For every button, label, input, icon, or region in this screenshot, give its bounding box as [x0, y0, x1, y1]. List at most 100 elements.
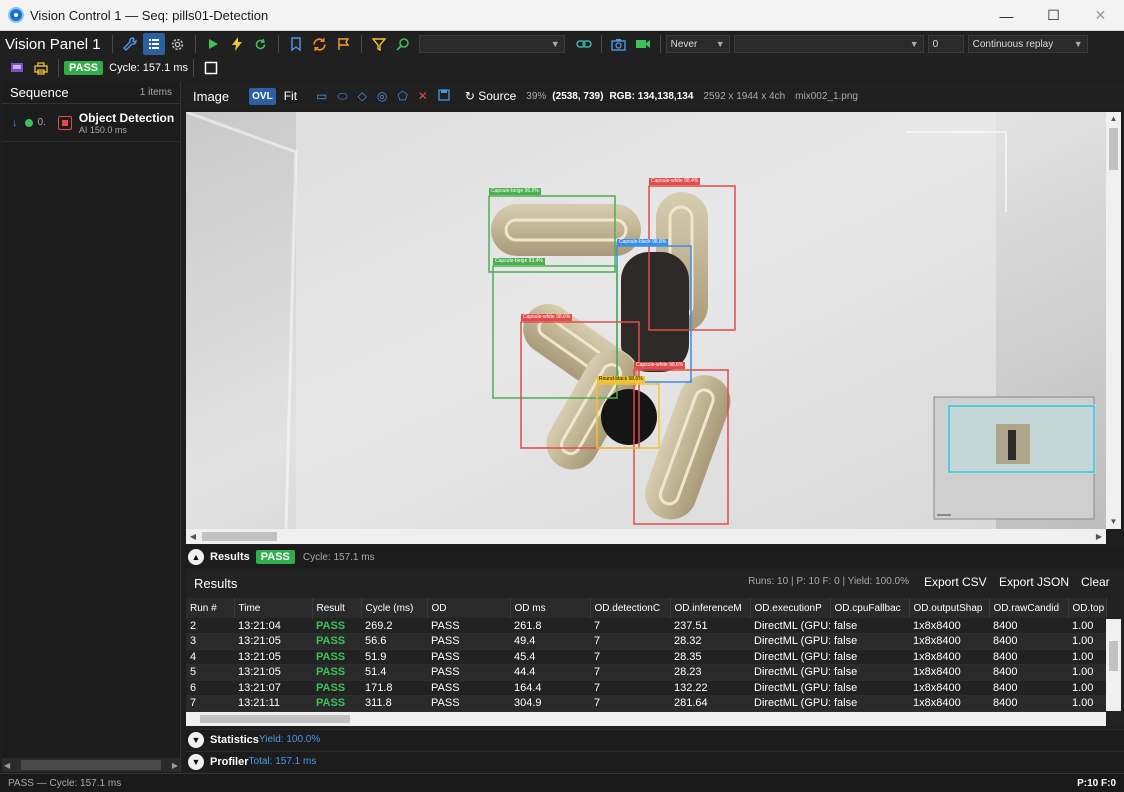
- panel-title: Vision Panel 1: [5, 35, 101, 53]
- fit-button[interactable]: Fit: [284, 89, 297, 103]
- lightning-icon[interactable]: [226, 33, 248, 55]
- scroll-left-icon[interactable]: ◀: [4, 761, 10, 770]
- source-select[interactable]: ▼: [733, 35, 924, 53]
- image-vertical-scrollbar[interactable]: ▲ ▼: [1106, 112, 1121, 529]
- counter-input[interactable]: 0: [927, 35, 964, 53]
- column-header[interactable]: OD.outputShap: [909, 598, 990, 618]
- profiler-section-header[interactable]: ▼ Profiler Total: 157.1 ms: [186, 751, 1124, 771]
- diamond-tool-icon[interactable]: ◇: [358, 89, 367, 103]
- scroll-left-icon[interactable]: ◀: [186, 529, 200, 544]
- clear-button[interactable]: Clear: [1081, 575, 1110, 589]
- column-header[interactable]: Cycle (ms): [361, 598, 428, 618]
- play-icon[interactable]: [202, 33, 224, 55]
- tool-combo[interactable]: ▼: [418, 35, 565, 53]
- column-header[interactable]: OD.top: [1068, 598, 1107, 618]
- status-text: PASS — Cycle: 157.1 ms: [8, 777, 122, 789]
- results-vertical-scrollbar[interactable]: [1106, 619, 1121, 711]
- table-cell: 304.9: [510, 695, 590, 712]
- table-row[interactable]: 7 13:21:11 PASS 311.8 PASS 304.9 7 281.64 Direct…: [186, 695, 1106, 712]
- table-cell: PASS: [427, 618, 510, 634]
- column-header[interactable]: OD.rawCandid: [989, 598, 1069, 618]
- scroll-thumb[interactable]: [1109, 128, 1118, 170]
- chevron-down-icon[interactable]: ▼: [188, 753, 204, 770]
- table-cell: 1x8x8400: [909, 695, 989, 712]
- save-icon[interactable]: [438, 88, 450, 104]
- column-header[interactable]: Run #: [186, 598, 235, 618]
- minimize-button[interactable]: —: [983, 0, 1030, 31]
- delete-shape-icon[interactable]: ✕: [418, 89, 428, 103]
- camera-icon[interactable]: [608, 33, 630, 55]
- wrench-icon[interactable]: [119, 33, 141, 55]
- table-cell: 8400: [989, 680, 1068, 696]
- table-row[interactable]: 4 13:21:05 PASS 51.9 PASS 45.4 7 28.35 DirectML …: [186, 649, 1106, 665]
- table-cell: PASS: [427, 633, 510, 650]
- loop-icon[interactable]: [309, 33, 331, 55]
- table-row[interactable]: 2 13:21:04 PASS 269.2 PASS 261.8 7 237.51 Direct…: [186, 618, 1106, 634]
- filter-icon[interactable]: [368, 33, 390, 55]
- column-header[interactable]: OD.detectionC: [590, 598, 671, 618]
- column-header[interactable]: OD.executionP: [750, 598, 831, 618]
- table-row[interactable]: 5 13:21:05 PASS 51.4 PASS 44.4 7 28.23 DirectML …: [186, 664, 1106, 681]
- replay-mode-select[interactable]: Continuous replay ▼: [967, 35, 1088, 53]
- refresh-icon[interactable]: [250, 33, 272, 55]
- sequence-scrollbar[interactable]: ◀ ▶: [2, 758, 180, 772]
- table-row[interactable]: 3 13:21:05 PASS 56.6 PASS 49.4 7 28.32 DirectML …: [186, 633, 1106, 650]
- column-header[interactable]: OD.inferenceM: [670, 598, 751, 618]
- flag-icon[interactable]: [333, 33, 355, 55]
- overlay-toggle-button[interactable]: OVL: [249, 87, 276, 105]
- results-section-header[interactable]: ▲ Results PASS Cycle: 157.1 ms: [186, 546, 1124, 568]
- image-horizontal-scrollbar[interactable]: ◀ ▶: [186, 529, 1106, 544]
- table-cell: 51.9: [361, 649, 427, 665]
- bookmark-icon[interactable]: [285, 33, 307, 55]
- scroll-up-icon[interactable]: ▲: [1106, 112, 1121, 126]
- close-button[interactable]: ✕: [1077, 0, 1124, 31]
- printer-icon[interactable]: [30, 57, 52, 79]
- table-cell: 13:21:05: [234, 633, 312, 650]
- scroll-right-icon[interactable]: ▶: [172, 761, 178, 770]
- sequence-count: 1 items: [139, 87, 172, 98]
- table-row[interactable]: 6 13:21:07 PASS 171.8 PASS 164.4 7 132.22 Direct…: [186, 680, 1106, 696]
- scroll-thumb[interactable]: [202, 532, 277, 541]
- scroll-thumb[interactable]: [1109, 641, 1118, 671]
- table-cell: 1.00: [1068, 680, 1106, 696]
- window-title: Vision Control 1 — Seq: pills01-Detectio…: [30, 7, 269, 23]
- ellipse-tool-icon[interactable]: ⬭: [337, 89, 347, 104]
- trigger-select[interactable]: Never ▼: [665, 35, 730, 53]
- sequence-header: Sequence 1 items: [2, 82, 180, 104]
- chevron-up-icon[interactable]: ▲: [188, 549, 204, 565]
- export-json-button[interactable]: Export JSON: [999, 575, 1069, 589]
- column-header[interactable]: Time: [234, 598, 313, 618]
- sequence-item-object-detection[interactable]: ↓ 0. Object Detection AI 150.0 ms: [2, 104, 180, 142]
- checkbox-icon[interactable]: [200, 57, 222, 79]
- gear-icon[interactable]: [167, 33, 189, 55]
- maximize-button[interactable]: ☐: [1030, 0, 1077, 31]
- column-header[interactable]: OD: [427, 598, 511, 618]
- monitor-icon[interactable]: [6, 57, 28, 79]
- table-cell: false: [830, 695, 909, 712]
- table-cell: DirectML (GPU:(: [750, 664, 830, 681]
- column-header[interactable]: OD ms: [510, 598, 591, 618]
- toolbar-divider: [360, 35, 362, 53]
- column-header[interactable]: OD.cpuFallbac: [830, 598, 910, 618]
- export-csv-button[interactable]: Export CSV: [924, 575, 987, 589]
- polygon-tool-icon[interactable]: ⬠: [397, 89, 407, 103]
- table-cell: DirectML (GPU:(: [750, 695, 830, 712]
- scroll-thumb[interactable]: [200, 715, 350, 723]
- results-horizontal-scrollbar[interactable]: [186, 712, 1106, 726]
- image-viewport[interactable]: Capsule-beige 96.6% Capsule-beige 93.4% …: [186, 112, 1106, 529]
- scroll-thumb[interactable]: [21, 760, 161, 770]
- list-icon[interactable]: [142, 33, 165, 55]
- link-icon[interactable]: [573, 33, 595, 55]
- source-button[interactable]: ↻ Source: [465, 89, 516, 103]
- search-icon[interactable]: [392, 33, 414, 55]
- scroll-right-icon[interactable]: ▶: [1092, 529, 1106, 544]
- statistics-section-header[interactable]: ▼ Statistics Yield: 100.0%: [186, 729, 1124, 749]
- table-cell: 1.00: [1068, 695, 1106, 712]
- scroll-down-icon[interactable]: ▼: [1106, 515, 1121, 529]
- video-icon[interactable]: [632, 33, 654, 55]
- chevron-down-icon[interactable]: ▼: [188, 731, 204, 748]
- table-cell: 1x8x8400: [909, 618, 989, 634]
- ring-tool-icon[interactable]: ◎: [377, 89, 387, 103]
- rectangle-tool-icon[interactable]: ▭: [316, 89, 327, 103]
- column-header[interactable]: Result: [312, 598, 362, 618]
